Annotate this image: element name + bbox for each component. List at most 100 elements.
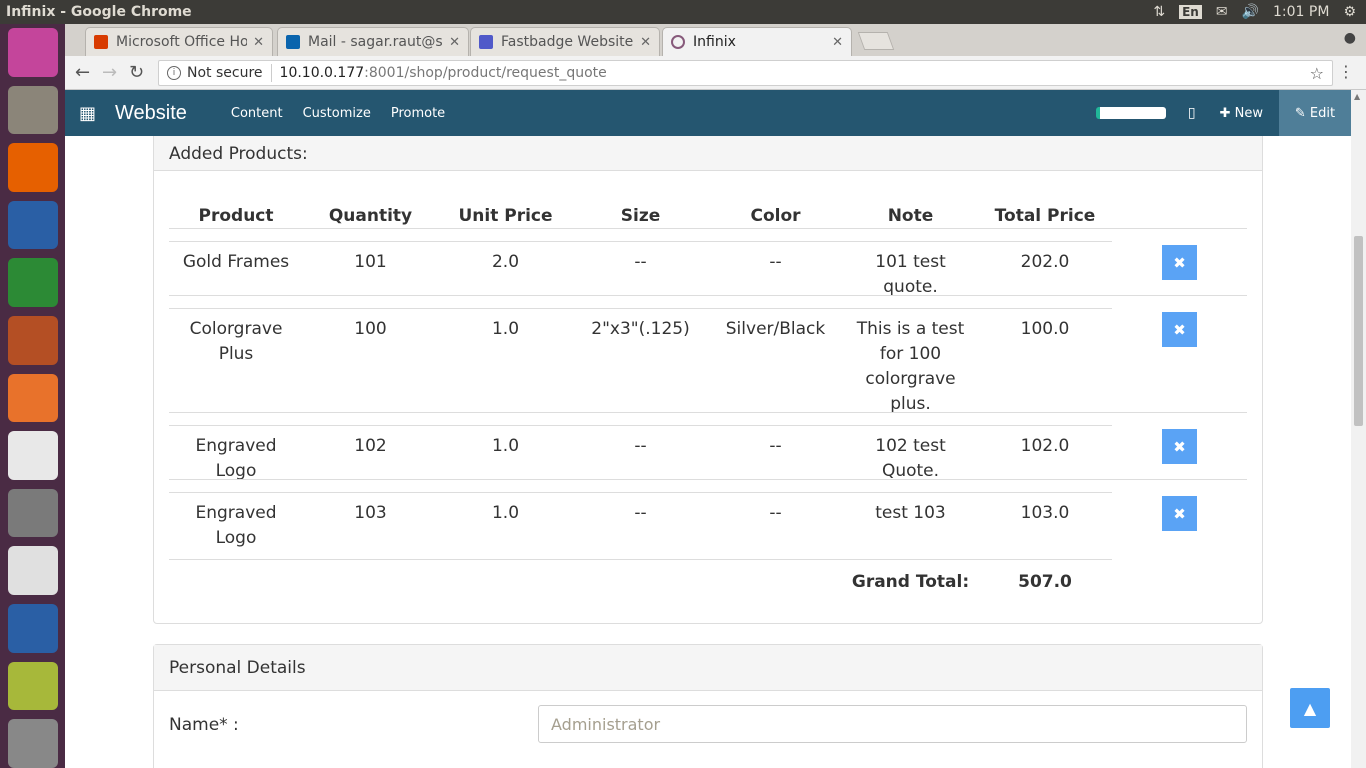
cell-quantity: 100 — [303, 307, 438, 425]
cell-product: Engraved Logo — [169, 424, 303, 492]
tab-fastbadge[interactable]: Fastbadge Website ✕ — [470, 27, 660, 56]
url-host: 10.10.0.177 — [279, 65, 365, 81]
close-icon[interactable]: ✕ — [253, 35, 264, 50]
odoo-icon — [671, 35, 685, 49]
divider — [270, 64, 272, 82]
cell-total: 202.0 — [978, 240, 1112, 308]
page-scrollbar[interactable]: ▲ — [1351, 90, 1366, 768]
tab-infinix[interactable]: Infinix ✕ — [662, 27, 852, 56]
firefox-icon[interactable] — [7, 143, 58, 192]
writer-icon[interactable] — [7, 200, 58, 250]
remove-product-button[interactable]: ✖ — [1162, 312, 1197, 347]
cell-unit-price: 1.0 — [438, 307, 573, 425]
impress-icon[interactable] — [7, 316, 58, 365]
volume-icon[interactable]: 🔊 — [1242, 4, 1259, 20]
scroll-up-arrow-icon[interactable]: ▲ — [1354, 92, 1360, 101]
teams-icon — [479, 35, 493, 49]
system-gear-icon[interactable]: ⚙ — [1343, 4, 1356, 20]
panel-heading: Added Products: — [154, 136, 1262, 171]
cell-color: -- — [708, 424, 843, 492]
panel-heading: Personal Details — [154, 645, 1262, 691]
cell-size: -- — [573, 240, 708, 308]
close-icon: ✖ — [1173, 504, 1186, 523]
table-header-row: Product Quantity Unit Price Size Color N… — [169, 171, 1112, 242]
scroll-to-top-button[interactable]: ▲ — [1290, 688, 1330, 728]
office-icon — [94, 35, 108, 49]
ubuntu-dash-icon[interactable] — [7, 28, 58, 77]
chevron-up-icon: ▲ — [1303, 698, 1317, 718]
remove-product-button[interactable]: ✖ — [1162, 245, 1197, 280]
column-header: Note — [843, 171, 978, 242]
close-icon: ✖ — [1173, 253, 1186, 272]
cell-size: 2"x3"(.125) — [573, 307, 708, 425]
cell-size: -- — [573, 491, 708, 559]
cell-unit-price: 2.0 — [438, 240, 573, 308]
remove-product-button[interactable]: ✖ — [1162, 429, 1197, 464]
pencil-icon: ✎ — [1294, 105, 1310, 121]
menu-content[interactable]: Content — [231, 106, 283, 121]
row-divider — [169, 479, 1247, 480]
close-icon[interactable]: ✕ — [640, 35, 651, 50]
browser-toolbar: ← → ↻ i Not secure 10.10.0.177:8001/shop… — [65, 56, 1366, 90]
amazon-icon[interactable] — [7, 431, 58, 480]
cell-quantity: 101 — [303, 240, 438, 308]
spacer-cell — [169, 558, 843, 599]
unity-launcher — [0, 24, 65, 768]
edit-button[interactable]: ✎ Edit — [1279, 90, 1351, 136]
calc-icon[interactable] — [7, 258, 58, 308]
address-bar[interactable]: i Not secure 10.10.0.177:8001/shop/produ… — [158, 60, 1333, 86]
name-input[interactable] — [538, 705, 1247, 743]
remove-product-button[interactable]: ✖ — [1162, 496, 1197, 531]
new-tab-button[interactable] — [857, 32, 895, 50]
close-icon[interactable]: ✕ — [832, 35, 843, 50]
new-button[interactable]: ✚ New — [1220, 106, 1263, 121]
plus-icon: ✚ — [1219, 105, 1235, 121]
cell-note: This is a test for 100 colorgrave plus. — [843, 307, 978, 425]
cell-product: Gold Frames — [169, 240, 303, 308]
browser-tab-strip: Microsoft Office Ho ✕ Mail - sagar.raut@… — [65, 24, 1366, 56]
network-arrows-icon[interactable]: ⇅ — [1153, 4, 1165, 20]
window-title: Infinix - Google Chrome — [6, 4, 192, 20]
mail-icon[interactable]: ✉ — [1216, 4, 1228, 20]
files-icon[interactable] — [7, 85, 58, 135]
scrollbar-thumb[interactable] — [1354, 236, 1363, 426]
clock[interactable]: 1:01 PM — [1273, 4, 1329, 20]
tab-microsoft-office[interactable]: Microsoft Office Ho ✕ — [85, 27, 273, 56]
cell-quantity: 102 — [303, 424, 438, 492]
table-row: Engraved Logo 102 1.0 -- -- 102 test Quo… — [169, 424, 1112, 492]
brand-title[interactable]: Website — [115, 102, 187, 125]
tab-label: Mail - sagar.raut@s — [308, 34, 443, 50]
row-divider — [169, 228, 1247, 229]
profile-icon[interactable]: ● — [1344, 30, 1356, 46]
back-arrow-icon[interactable]: ← — [75, 62, 90, 83]
bookmark-star-icon[interactable]: ☆ — [1310, 64, 1324, 83]
trash-icon[interactable] — [7, 719, 58, 768]
close-icon[interactable]: ✕ — [449, 35, 460, 50]
reload-icon[interactable]: ↻ — [129, 62, 144, 83]
chrome-icon[interactable] — [7, 546, 58, 596]
search-app-icon[interactable] — [7, 661, 58, 711]
forward-arrow-icon[interactable]: → — [102, 62, 117, 83]
browser-menu-icon[interactable]: ⋮ — [1338, 62, 1354, 81]
security-label[interactable]: Not secure — [187, 65, 263, 81]
publish-toggle[interactable] — [1095, 107, 1166, 119]
mobile-preview-icon[interactable]: ▯ — [1188, 105, 1196, 121]
column-header: Color — [708, 171, 843, 242]
apps-grid-icon[interactable]: ▦ — [79, 103, 99, 124]
cell-note: 102 test Quote. — [843, 424, 978, 492]
thunderbird-icon[interactable] — [7, 604, 58, 653]
cell-size: -- — [573, 424, 708, 492]
keyboard-layout-indicator[interactable]: En — [1179, 5, 1202, 19]
cell-note: 101 test quote. — [843, 240, 978, 308]
cell-unit-price: 1.0 — [438, 491, 573, 559]
cell-total: 103.0 — [978, 491, 1112, 559]
system-settings-icon[interactable] — [7, 488, 58, 538]
row-divider — [169, 295, 1247, 296]
info-icon[interactable]: i — [167, 66, 181, 80]
column-header: Size — [573, 171, 708, 242]
menu-customize[interactable]: Customize — [303, 106, 371, 121]
personal-details-panel: Personal Details Name* : — [153, 644, 1263, 768]
tab-mail[interactable]: Mail - sagar.raut@s ✕ — [277, 27, 469, 56]
software-center-icon[interactable] — [7, 373, 58, 423]
menu-promote[interactable]: Promote — [391, 106, 445, 121]
